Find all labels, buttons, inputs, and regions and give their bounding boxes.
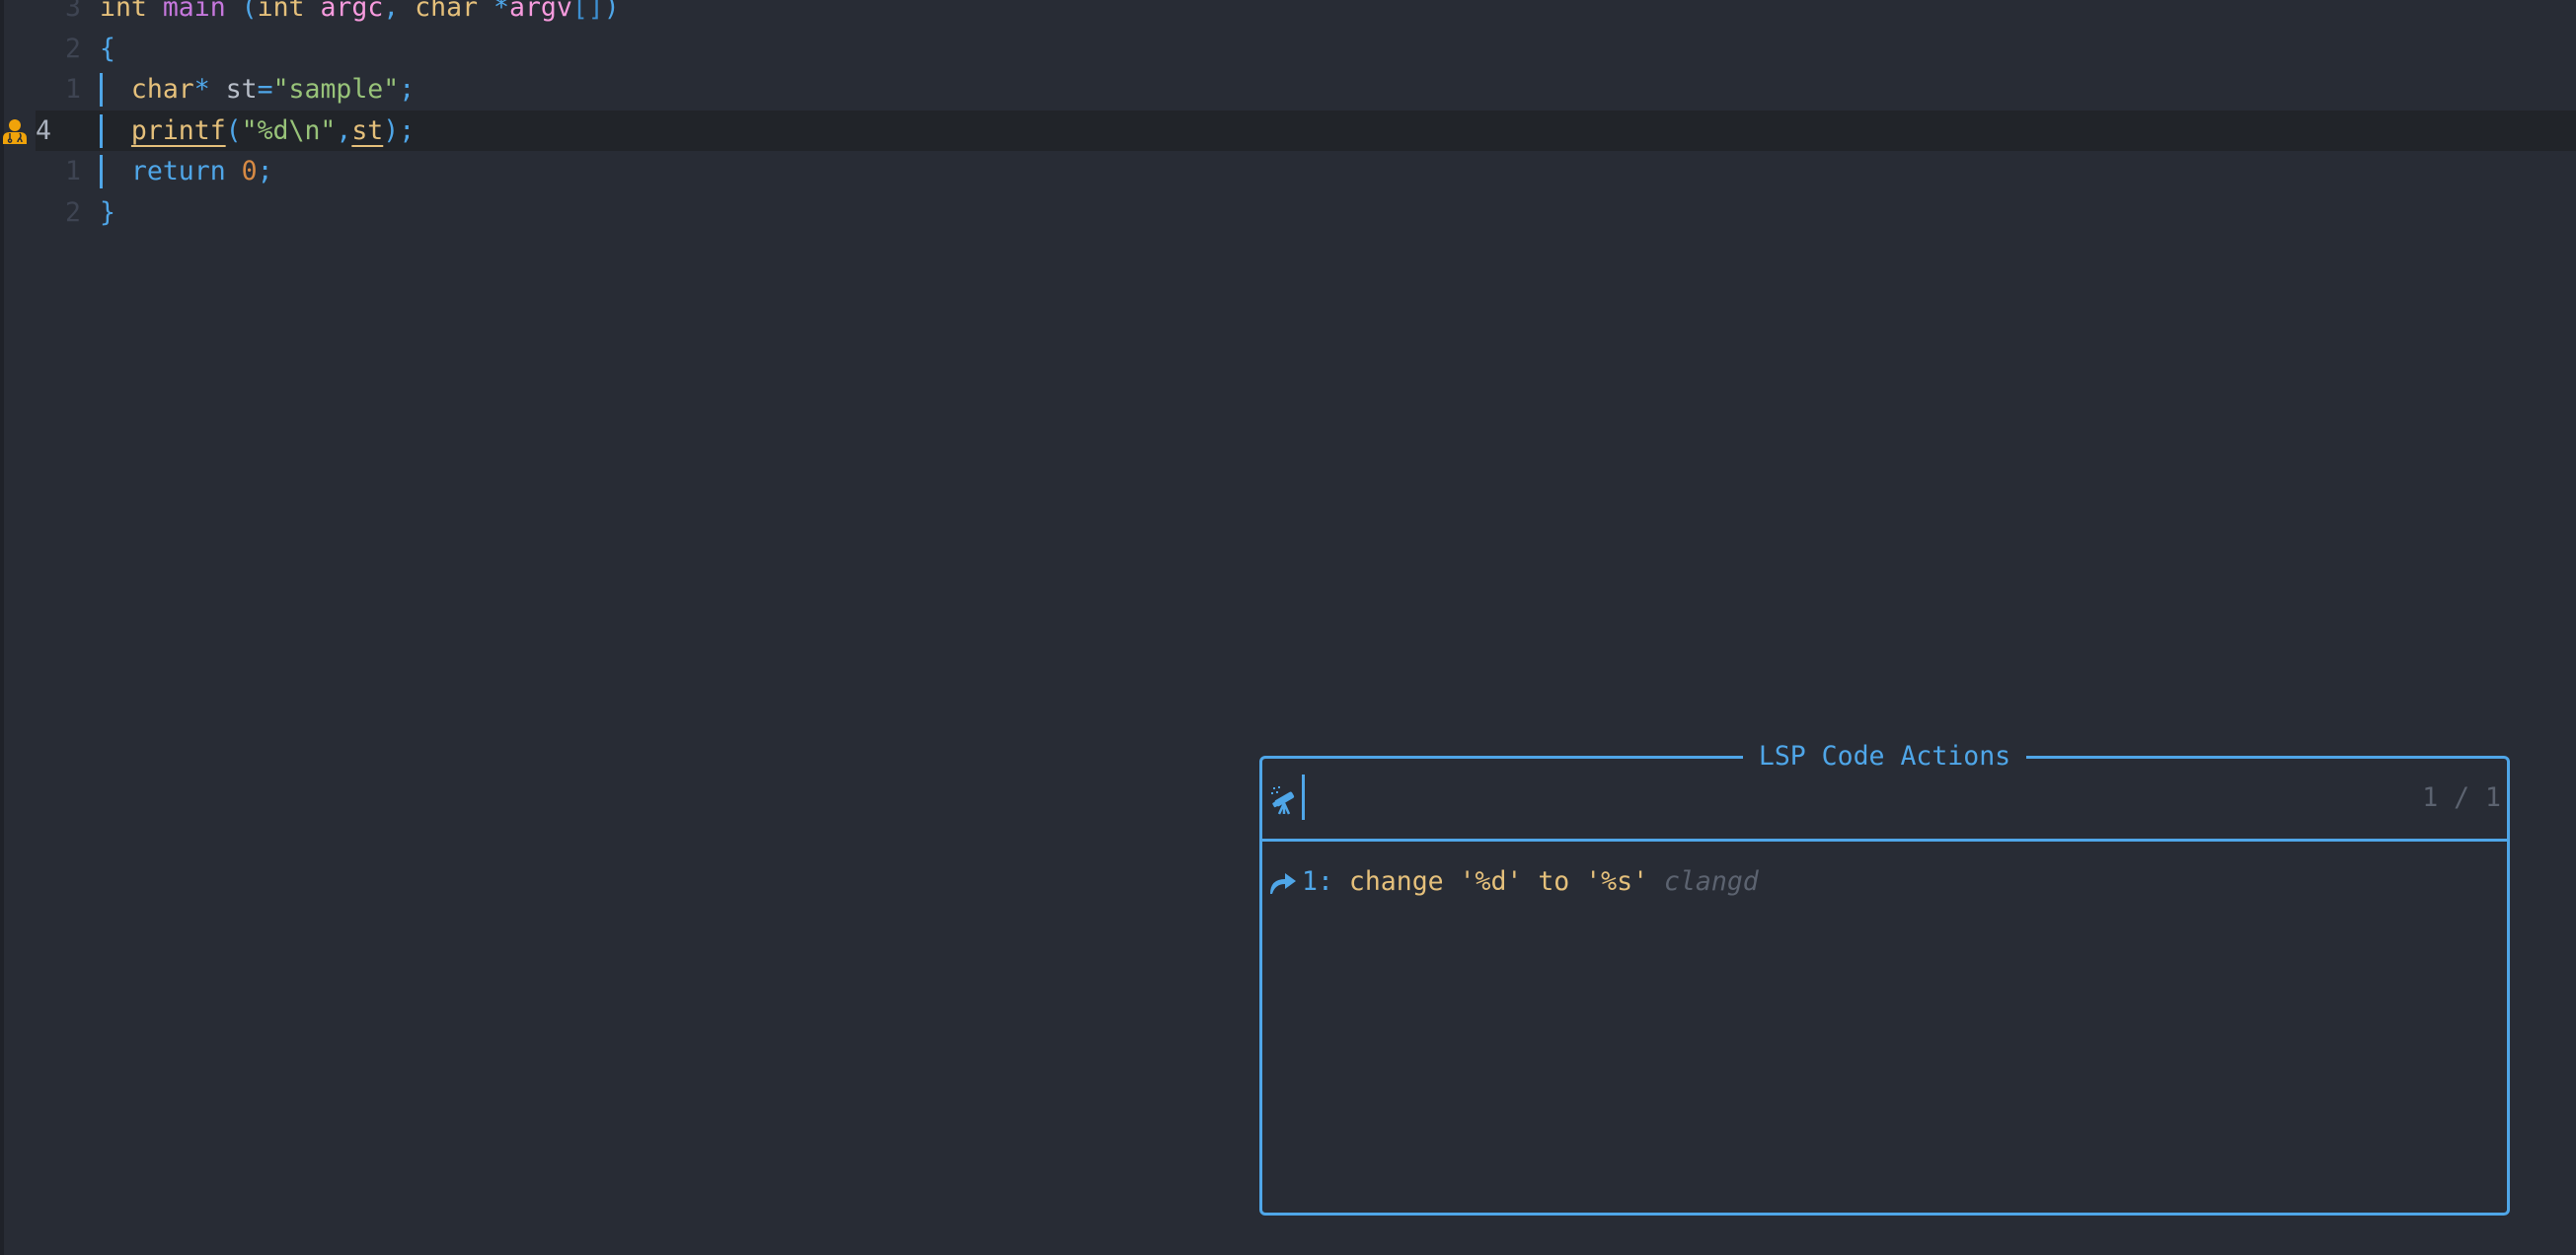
cursorline-highlight [36, 110, 2576, 151]
code-token: = [257, 74, 273, 105]
code-token: ; [399, 74, 416, 105]
code-action-item[interactable]: 1: change '%d' to '%s' clangd [1262, 861, 2507, 903]
code-token: return [130, 156, 226, 186]
code-text: int main (int argc, char *argv[]) [100, 0, 620, 29]
code-line[interactable]: 2{ [0, 29, 2576, 70]
code-token: , [336, 114, 352, 146]
code-token: printf [130, 114, 226, 146]
code-token: { [100, 33, 115, 64]
line-number: 4 [36, 114, 51, 146]
line-number: 3 [65, 0, 81, 23]
code-line[interactable]: 1 return 0; [0, 151, 2576, 192]
code-text: char* st="sample"; [100, 69, 415, 111]
user-doctor-icon[interactable] [2, 117, 28, 145]
code-token: int [100, 0, 147, 23]
code-action-title: change '%d' to '%s' [1348, 866, 1649, 897]
code-token: * [193, 74, 210, 105]
code-editor[interactable]: 3 int main (int argc, char *argv[]) 2{1 ch… [0, 0, 2576, 233]
telescope-icon [1271, 786, 1295, 815]
code-line-current[interactable]: 4 printf("%d\n",st); [0, 110, 2576, 152]
line-number: 2 [65, 196, 81, 228]
code-token: ( [241, 0, 258, 23]
code-token: * [493, 0, 509, 23]
code-action-source: clangd [1664, 866, 1759, 897]
code-token: , [383, 0, 400, 23]
prompt-separator [1262, 839, 2507, 842]
prompt-input[interactable] [1302, 775, 2300, 820]
code-token: [] [571, 0, 604, 23]
code-text: return 0; [100, 151, 273, 192]
code-token: char [415, 0, 479, 23]
code-token: 0 [241, 156, 258, 186]
result-counter: 1 / 1 [2422, 782, 2501, 813]
results-list: 1: change '%d' to '%s' clangd [1262, 861, 2507, 903]
code-text: } [100, 192, 115, 234]
code-token: "sample" [272, 74, 400, 105]
arrow-redo-icon [1270, 873, 1296, 894]
line-number: 2 [65, 33, 81, 64]
code-token: ( [225, 114, 242, 146]
code-text: { [100, 29, 115, 70]
code-line[interactable]: 3 int main (int argc, char *argv[]) [0, 0, 2576, 29]
code-line[interactable]: 1 char* st="sample"; [0, 69, 2576, 111]
code-token: argv [508, 0, 572, 23]
code-token: char [130, 74, 194, 105]
code-token: st [225, 74, 258, 105]
code-token: ; [257, 156, 273, 186]
lsp-code-actions-popup: LSP Code Actions 1 / 1 1: change '%d' to… [1259, 741, 2510, 1216]
code-token: argc [320, 0, 384, 23]
code-token: st [351, 114, 384, 146]
code-line[interactable]: 2} [0, 192, 2576, 234]
code-token: "%d\n" [241, 114, 337, 146]
code-text: printf("%d\n",st); [100, 111, 415, 152]
line-number: 1 [65, 156, 81, 186]
prompt-row: 1 / 1 [1262, 759, 2507, 839]
code-token: main [162, 0, 226, 23]
code-token: ) [383, 114, 400, 146]
code-token: int [257, 0, 305, 23]
code-action-index: 1: [1302, 866, 1333, 897]
code-token: } [100, 196, 115, 228]
code-token: ) [603, 0, 620, 23]
line-number: 1 [65, 74, 81, 105]
code-token: ; [399, 114, 416, 146]
